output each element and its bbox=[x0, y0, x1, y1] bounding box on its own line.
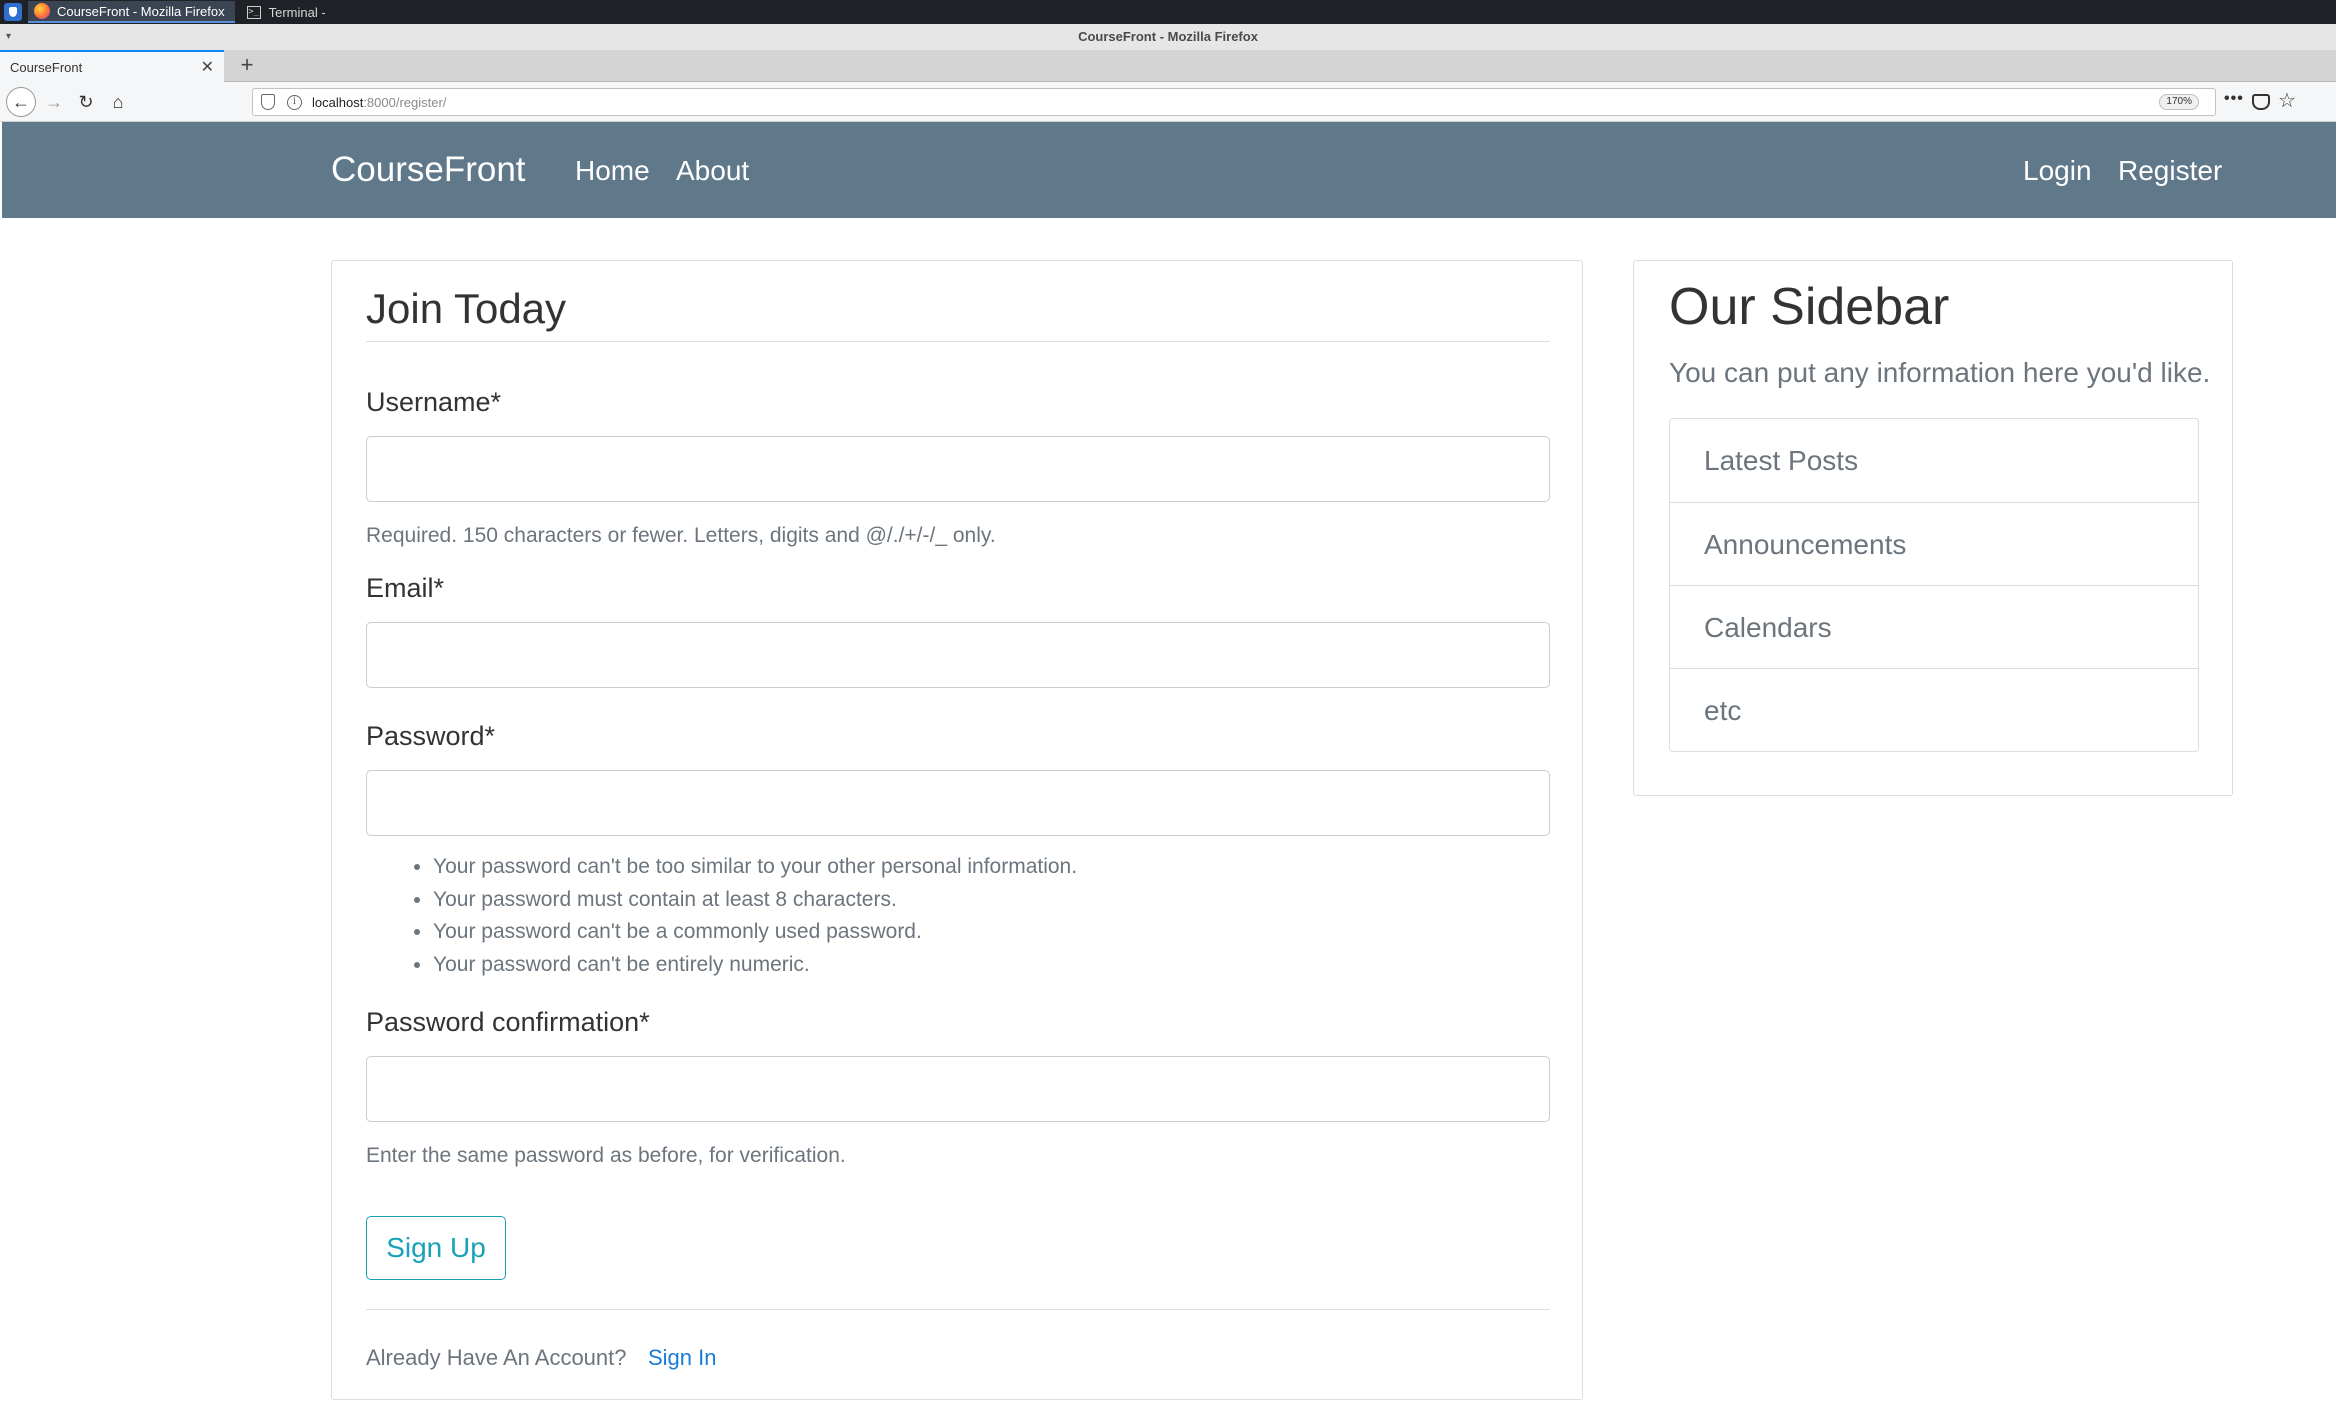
browser-toolbar: ← → ↻ ⌂ i localhost:8000/register/ 170% … bbox=[0, 82, 2336, 122]
email-label: Email* bbox=[366, 573, 445, 603]
page-actions-icon[interactable]: ••• bbox=[2224, 90, 2244, 108]
username-label: Username* bbox=[366, 387, 502, 417]
sidebar-item-latest-posts[interactable]: Latest Posts bbox=[1670, 419, 2198, 502]
tab-strip: CourseFront ✕ + bbox=[0, 50, 2336, 82]
tab-title: CourseFront bbox=[10, 59, 83, 75]
pocket-icon[interactable] bbox=[2252, 94, 2270, 110]
password-confirmation-input[interactable] bbox=[366, 1056, 1550, 1122]
sidebar-lead-text: You can put any information here you'd l… bbox=[1669, 357, 2211, 388]
legend-divider bbox=[366, 341, 1550, 342]
form-legend: Join Today bbox=[366, 285, 567, 332]
window-titlebar: ▾ CourseFront - Mozilla Firefox bbox=[0, 24, 2336, 50]
password-label: Password* bbox=[366, 721, 496, 751]
password-help-item: Your password can't be too similar to yo… bbox=[433, 851, 1077, 884]
password-help-list: Your password can't be too similar to yo… bbox=[366, 851, 1077, 981]
taskbar-item-firefox[interactable]: CourseFront - Mozilla Firefox bbox=[28, 1, 235, 23]
home-icon[interactable]: ⌂ bbox=[104, 88, 132, 116]
username-input[interactable] bbox=[366, 436, 1550, 502]
nav-about-link[interactable]: About bbox=[676, 155, 749, 187]
password-input[interactable] bbox=[366, 770, 1550, 836]
app-menu-icon[interactable] bbox=[4, 3, 22, 21]
password-confirmation-help-text: Enter the same password as before, for v… bbox=[366, 1144, 846, 1167]
username-help-text: Required. 150 characters or fewer. Lette… bbox=[366, 524, 996, 547]
sidebar-card: Our Sidebar You can put any information … bbox=[1633, 260, 2233, 796]
nav-login-link[interactable]: Login bbox=[2023, 155, 2092, 187]
password-help-item: Your password can't be a commonly used p… bbox=[433, 916, 1077, 949]
sidebar-item-etc[interactable]: etc bbox=[1670, 668, 2198, 751]
sign-up-button[interactable]: Sign Up bbox=[366, 1216, 506, 1280]
taskbar-item-terminal[interactable]: >_ Terminal - bbox=[241, 1, 336, 23]
password-confirmation-label: Password confirmation* bbox=[366, 1007, 650, 1037]
new-tab-icon[interactable]: + bbox=[232, 50, 262, 82]
register-form-card: Join Today Username* Required. 150 chara… bbox=[331, 260, 1583, 1400]
zoom-level-badge[interactable]: 170% bbox=[2159, 94, 2199, 110]
taskbar-item-label: Terminal - bbox=[268, 4, 326, 20]
url-bar[interactable]: i localhost:8000/register/ 170% bbox=[252, 88, 2216, 116]
taskbar-item-label: CourseFront - Mozilla Firefox bbox=[57, 3, 225, 19]
terminal-icon: >_ bbox=[246, 5, 261, 19]
back-icon[interactable]: ← bbox=[6, 87, 36, 117]
site-navbar: CourseFront Home About Login Register bbox=[2, 122, 2336, 218]
form-footer-divider bbox=[366, 1309, 1550, 1310]
sidebar-item-calendars[interactable]: Calendars bbox=[1670, 585, 2198, 668]
site-info-icon[interactable]: i bbox=[287, 94, 302, 110]
url-path: :8000/register/ bbox=[363, 94, 447, 110]
nav-home-link[interactable]: Home bbox=[575, 155, 650, 187]
sidebar-item-announcements[interactable]: Announcements bbox=[1670, 502, 2198, 585]
tab-courseFront[interactable]: CourseFront ✕ bbox=[0, 50, 224, 82]
reload-icon[interactable]: ↻ bbox=[72, 88, 100, 116]
window-menu-icon[interactable]: ▾ bbox=[6, 24, 11, 50]
sidebar-title: Our Sidebar bbox=[1669, 278, 1950, 336]
email-input[interactable] bbox=[366, 622, 1550, 688]
page-viewport: CourseFront Home About Login Register Jo… bbox=[2, 122, 2336, 1416]
sign-in-link[interactable]: Sign In bbox=[648, 1345, 717, 1371]
sidebar-list: Latest Posts Announcements Calendars etc bbox=[1669, 418, 2199, 752]
firefox-icon bbox=[34, 3, 50, 19]
tracking-shield-icon[interactable] bbox=[261, 94, 275, 110]
password-help-item: Your password must contain at least 8 ch… bbox=[433, 884, 1077, 917]
nav-register-link[interactable]: Register bbox=[2118, 155, 2222, 187]
close-tab-icon[interactable]: ✕ bbox=[201, 57, 214, 77]
site-brand[interactable]: CourseFront bbox=[331, 150, 526, 190]
forward-icon[interactable]: → bbox=[40, 88, 68, 116]
bookmark-star-icon[interactable]: ☆ bbox=[2278, 88, 2296, 113]
url-host: localhost bbox=[312, 94, 364, 110]
window-title: CourseFront - Mozilla Firefox bbox=[1078, 29, 1258, 44]
url-text[interactable]: localhost:8000/register/ bbox=[312, 95, 446, 110]
os-taskbar: CourseFront - Mozilla Firefox >_ Termina… bbox=[0, 0, 2336, 24]
password-help-item: Your password can't be entirely numeric. bbox=[433, 949, 1077, 982]
already-have-account-text: Already Have An Account? bbox=[366, 1345, 627, 1370]
